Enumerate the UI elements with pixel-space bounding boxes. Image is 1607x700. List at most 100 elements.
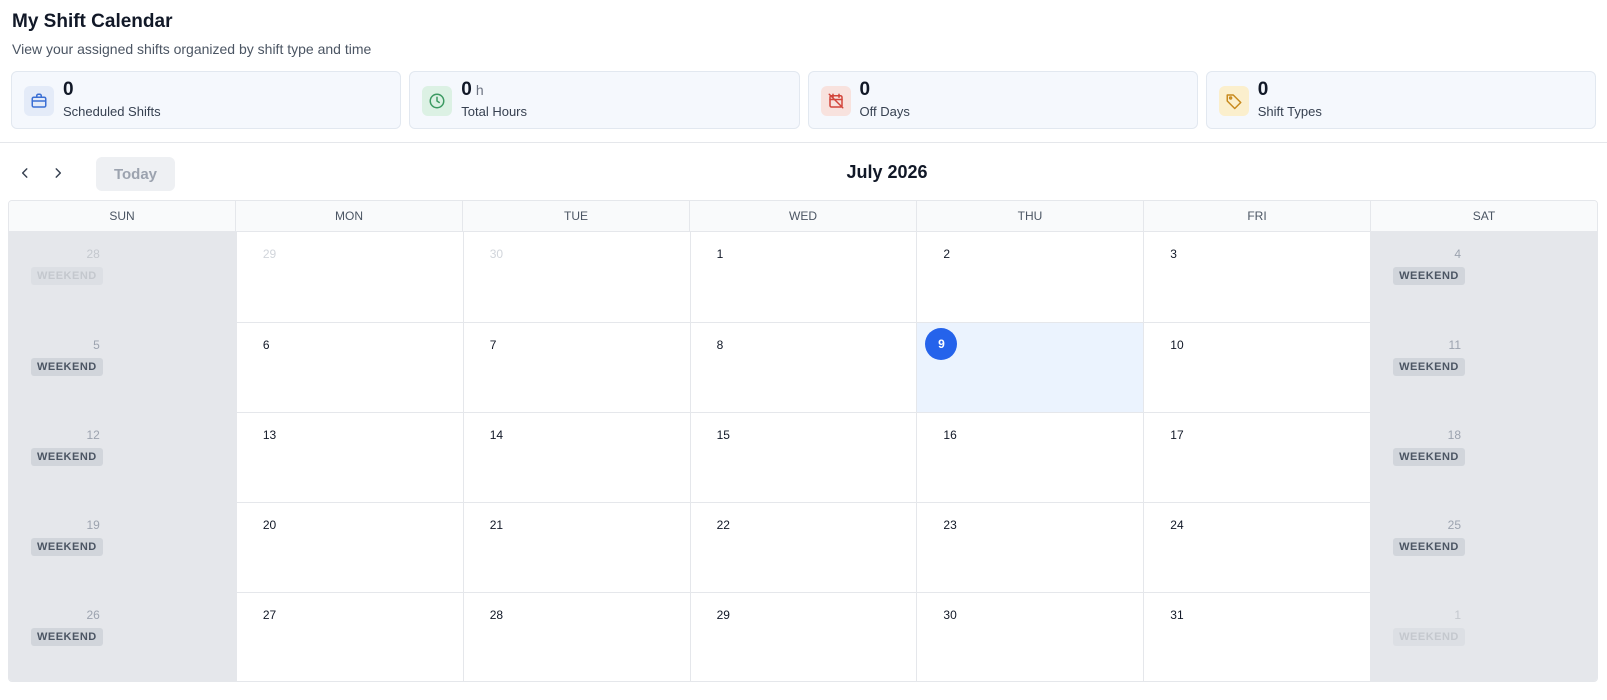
calendar-day[interactable]: 8 <box>689 322 917 412</box>
calendar-day[interactable]: 31 <box>1143 592 1371 681</box>
calendar-day[interactable]: 30 <box>462 232 690 322</box>
stat-value: 0 <box>1257 79 1269 100</box>
calendar-day[interactable]: 23 <box>916 502 1144 592</box>
calendar-off-icon <box>820 86 851 116</box>
calendar-day[interactable]: 20 <box>235 502 463 592</box>
calendar-day[interactable]: 29 <box>235 232 463 322</box>
calendar-day[interactable]: 1 WEEKEND <box>1370 592 1597 681</box>
weekend-badge: WEEKEND <box>1393 267 1465 285</box>
day-number: 25 <box>1447 518 1461 532</box>
day-number: 1 <box>1454 608 1461 622</box>
stat-card-total-hours: 0h Total Hours <box>409 71 800 129</box>
stats-bar: 0 Scheduled Shifts 0h Total Hours 0 Off … <box>11 71 1596 129</box>
calendar-day[interactable]: 24 <box>1143 502 1371 592</box>
tag-icon <box>1218 86 1249 116</box>
day-number: 2 <box>943 247 951 261</box>
calendar-day[interactable]: 12 WEEKEND <box>9 412 236 502</box>
weekday-label: WED <box>689 201 916 231</box>
calendar-day[interactable]: 6 <box>235 322 463 412</box>
day-number: 13 <box>262 428 277 442</box>
day-number: 29 <box>262 247 277 261</box>
calendar-day[interactable]: 26 WEEKEND <box>9 592 236 681</box>
calendar-day[interactable]: 28 <box>462 592 690 681</box>
stat-value: 0 <box>859 79 871 100</box>
calendar-day[interactable]: 1 <box>689 232 917 322</box>
weekend-badge: WEEKEND <box>1393 358 1465 376</box>
weekday-label: SAT <box>1370 201 1597 231</box>
day-number: 4 <box>1454 247 1461 261</box>
day-number: 22 <box>716 518 730 532</box>
briefcase-icon <box>24 86 54 116</box>
day-number: 21 <box>489 518 504 532</box>
calendar-day[interactable]: 29 <box>689 592 917 681</box>
weekend-badge: WEEKEND <box>31 628 103 646</box>
day-number: 5 <box>93 338 100 352</box>
calendar-day[interactable]: 21 <box>462 502 690 592</box>
calendar-day[interactable]: 27 <box>235 592 463 681</box>
weekday-label: THU <box>916 201 1143 231</box>
stat-card-shift-types: 0 Shift Types <box>1205 71 1596 129</box>
calendar-day[interactable]: 18 WEEKEND <box>1370 412 1597 502</box>
calendar-day[interactable]: 19 WEEKEND <box>9 502 236 592</box>
page-title: My Shift Calendar <box>12 11 173 32</box>
day-number: 23 <box>943 518 957 532</box>
calendar-day-today[interactable]: 9 <box>916 322 1144 412</box>
day-number: 28 <box>86 247 100 261</box>
calendar-day[interactable]: 16 <box>916 412 1144 502</box>
calendar-day[interactable]: 5 WEEKEND <box>9 322 236 412</box>
weekend-badge: WEEKEND <box>1393 538 1465 556</box>
page-subtitle: View your assigned shifts organized by s… <box>12 41 372 57</box>
calendar-day[interactable]: 2 <box>916 232 1144 322</box>
day-number: 10 <box>1170 338 1184 352</box>
calendar-day[interactable]: 14 <box>462 412 690 502</box>
weekday-label: MON <box>235 201 462 231</box>
day-number: 15 <box>716 428 730 442</box>
weekday-label: FRI <box>1143 201 1370 231</box>
weekend-badge: WEEKEND <box>31 538 103 556</box>
stat-label: Total Hours <box>461 104 527 119</box>
calendar-grid: 28 WEEKEND 29 30 1 2 3 4 WEEKEND 5 WEEKEND 6 7 8 9 10 11… <box>9 232 1597 681</box>
stat-value: 0h <box>461 79 484 100</box>
calendar-day[interactable]: 11 WEEKEND <box>1370 322 1597 412</box>
day-number: 30 <box>489 247 504 261</box>
calendar-day[interactable]: 4 WEEKEND <box>1370 232 1597 322</box>
weekend-badge: WEEKEND <box>1393 448 1465 466</box>
calendar-day[interactable]: 30 <box>916 592 1144 681</box>
weekend-badge: WEEKEND <box>1393 628 1465 646</box>
calendar-day[interactable]: 10 <box>1143 322 1371 412</box>
day-number: 20 <box>262 518 277 532</box>
day-number: 29 <box>716 608 730 622</box>
day-number: 30 <box>943 608 957 622</box>
weekday-label: SUN <box>109 209 135 223</box>
calendar-day[interactable]: 22 <box>689 502 917 592</box>
weekend-badge: WEEKEND <box>31 448 103 466</box>
day-number: 6 <box>262 338 270 352</box>
day-number: 18 <box>1447 428 1461 442</box>
day-number: 26 <box>86 608 100 622</box>
calendar-day[interactable]: 28 WEEKEND <box>9 232 236 322</box>
day-number: 8 <box>716 338 724 352</box>
stat-value: 0 <box>63 79 74 100</box>
day-number: 12 <box>86 428 100 442</box>
calendar-day[interactable]: 15 <box>689 412 917 502</box>
weekend-badge: WEEKEND <box>31 267 103 285</box>
day-number: 28 <box>489 608 504 622</box>
day-number: 1 <box>716 247 724 261</box>
calendar-toolbar: Today July 2026 <box>0 156 1607 192</box>
day-number: 7 <box>489 338 497 352</box>
calendar-day[interactable]: 7 <box>462 322 690 412</box>
weekday-header: SUN MON TUE WED THU FRI SAT <box>9 201 1597 232</box>
calendar-day[interactable]: 13 <box>235 412 463 502</box>
day-number: 19 <box>86 518 100 532</box>
day-number: 3 <box>1170 247 1177 261</box>
stat-card-off-days: 0 Off Days <box>807 71 1198 129</box>
divider <box>0 142 1607 143</box>
calendar-day[interactable]: 3 <box>1143 232 1371 322</box>
weekend-badge: WEEKEND <box>31 358 103 376</box>
month-title: July 2026 <box>846 162 928 182</box>
calendar-day[interactable]: 25 WEEKEND <box>1370 502 1597 592</box>
day-number: 31 <box>1170 608 1184 622</box>
calendar-day[interactable]: 17 <box>1143 412 1371 502</box>
day-number: 16 <box>943 428 957 442</box>
stat-label: Scheduled Shifts <box>63 104 161 119</box>
